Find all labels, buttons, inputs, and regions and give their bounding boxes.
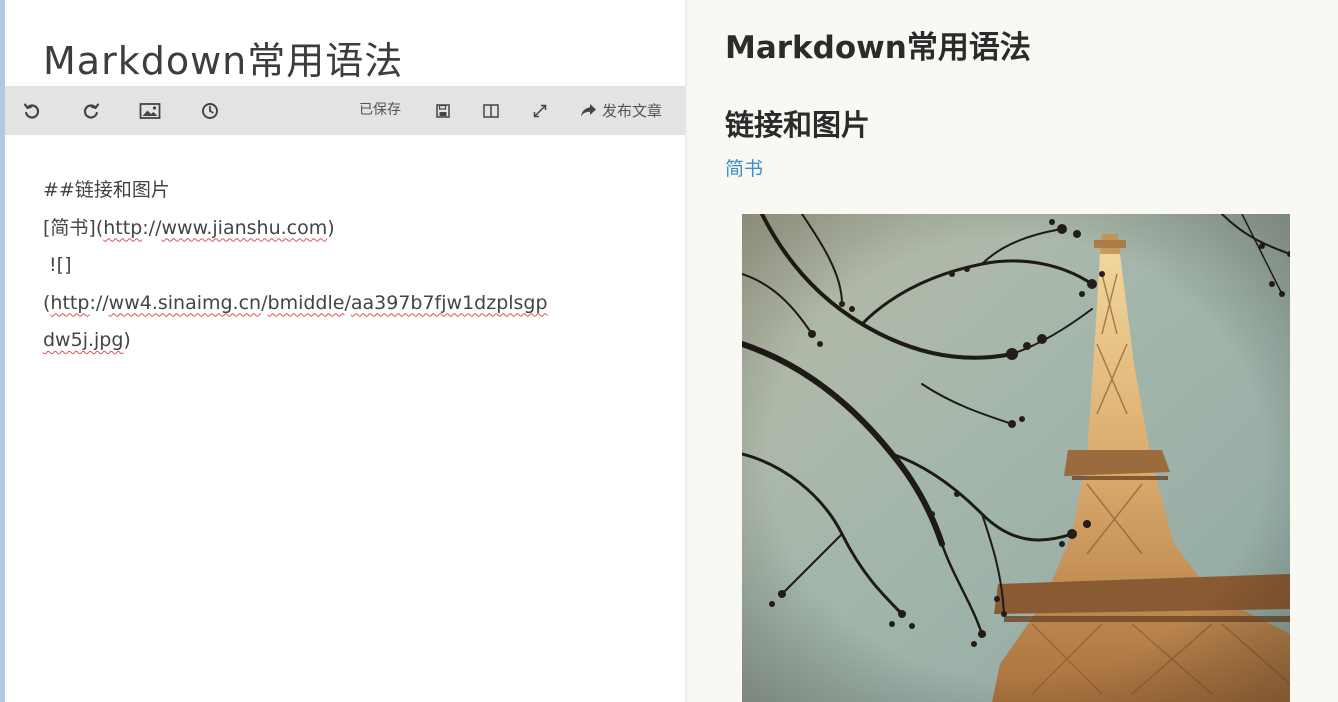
publish-button[interactable]: 发布文章 xyxy=(580,86,662,135)
editor-pane: Markdown常用语法 已保存 发布文章 ##链接和图片 [简书](http:… xyxy=(5,0,685,702)
editor-line: dw5j.jpg) xyxy=(43,329,131,351)
redo-button[interactable] xyxy=(78,86,104,135)
save-status: 已保存 xyxy=(359,102,401,118)
markdown-editor[interactable]: ##链接和图片 [简书](http://www.jianshu.com) ![]… xyxy=(43,172,653,360)
fullscreen-button[interactable] xyxy=(528,86,552,135)
insert-image-button[interactable] xyxy=(136,86,164,135)
eiffel-tower-image xyxy=(742,214,1290,702)
share-arrow-icon xyxy=(581,104,596,117)
history-button[interactable] xyxy=(197,86,223,135)
save-icon xyxy=(436,103,450,118)
editor-line: ![] xyxy=(43,254,72,276)
publish-label: 发布文章 xyxy=(602,102,663,120)
editor-line: (http://ww4.sinaimg.cn/bmiddle/aa397b7fj… xyxy=(43,291,548,314)
document-title-input[interactable]: Markdown常用语法 xyxy=(43,30,403,85)
split-view-icon xyxy=(483,103,499,118)
preview-title: Markdown常用语法 xyxy=(725,30,1031,66)
preview-pane: Markdown常用语法 链接和图片 简书 xyxy=(687,0,1338,702)
undo-icon xyxy=(23,102,40,119)
clock-icon xyxy=(202,102,218,119)
undo-button[interactable] xyxy=(19,86,45,135)
preview-heading: 链接和图片 xyxy=(725,108,871,142)
editor-line: [简书](http://www.jianshu.com) xyxy=(43,216,335,239)
editor-toolbar: 已保存 发布文章 xyxy=(5,86,685,135)
expand-icon xyxy=(533,104,547,117)
split-view-button[interactable] xyxy=(479,86,503,135)
editor-line: ##链接和图片 xyxy=(43,179,170,201)
save-button[interactable] xyxy=(431,86,455,135)
preview-link-jianshu[interactable]: 简书 xyxy=(725,154,763,181)
redo-icon xyxy=(83,102,100,119)
image-icon xyxy=(139,102,161,119)
